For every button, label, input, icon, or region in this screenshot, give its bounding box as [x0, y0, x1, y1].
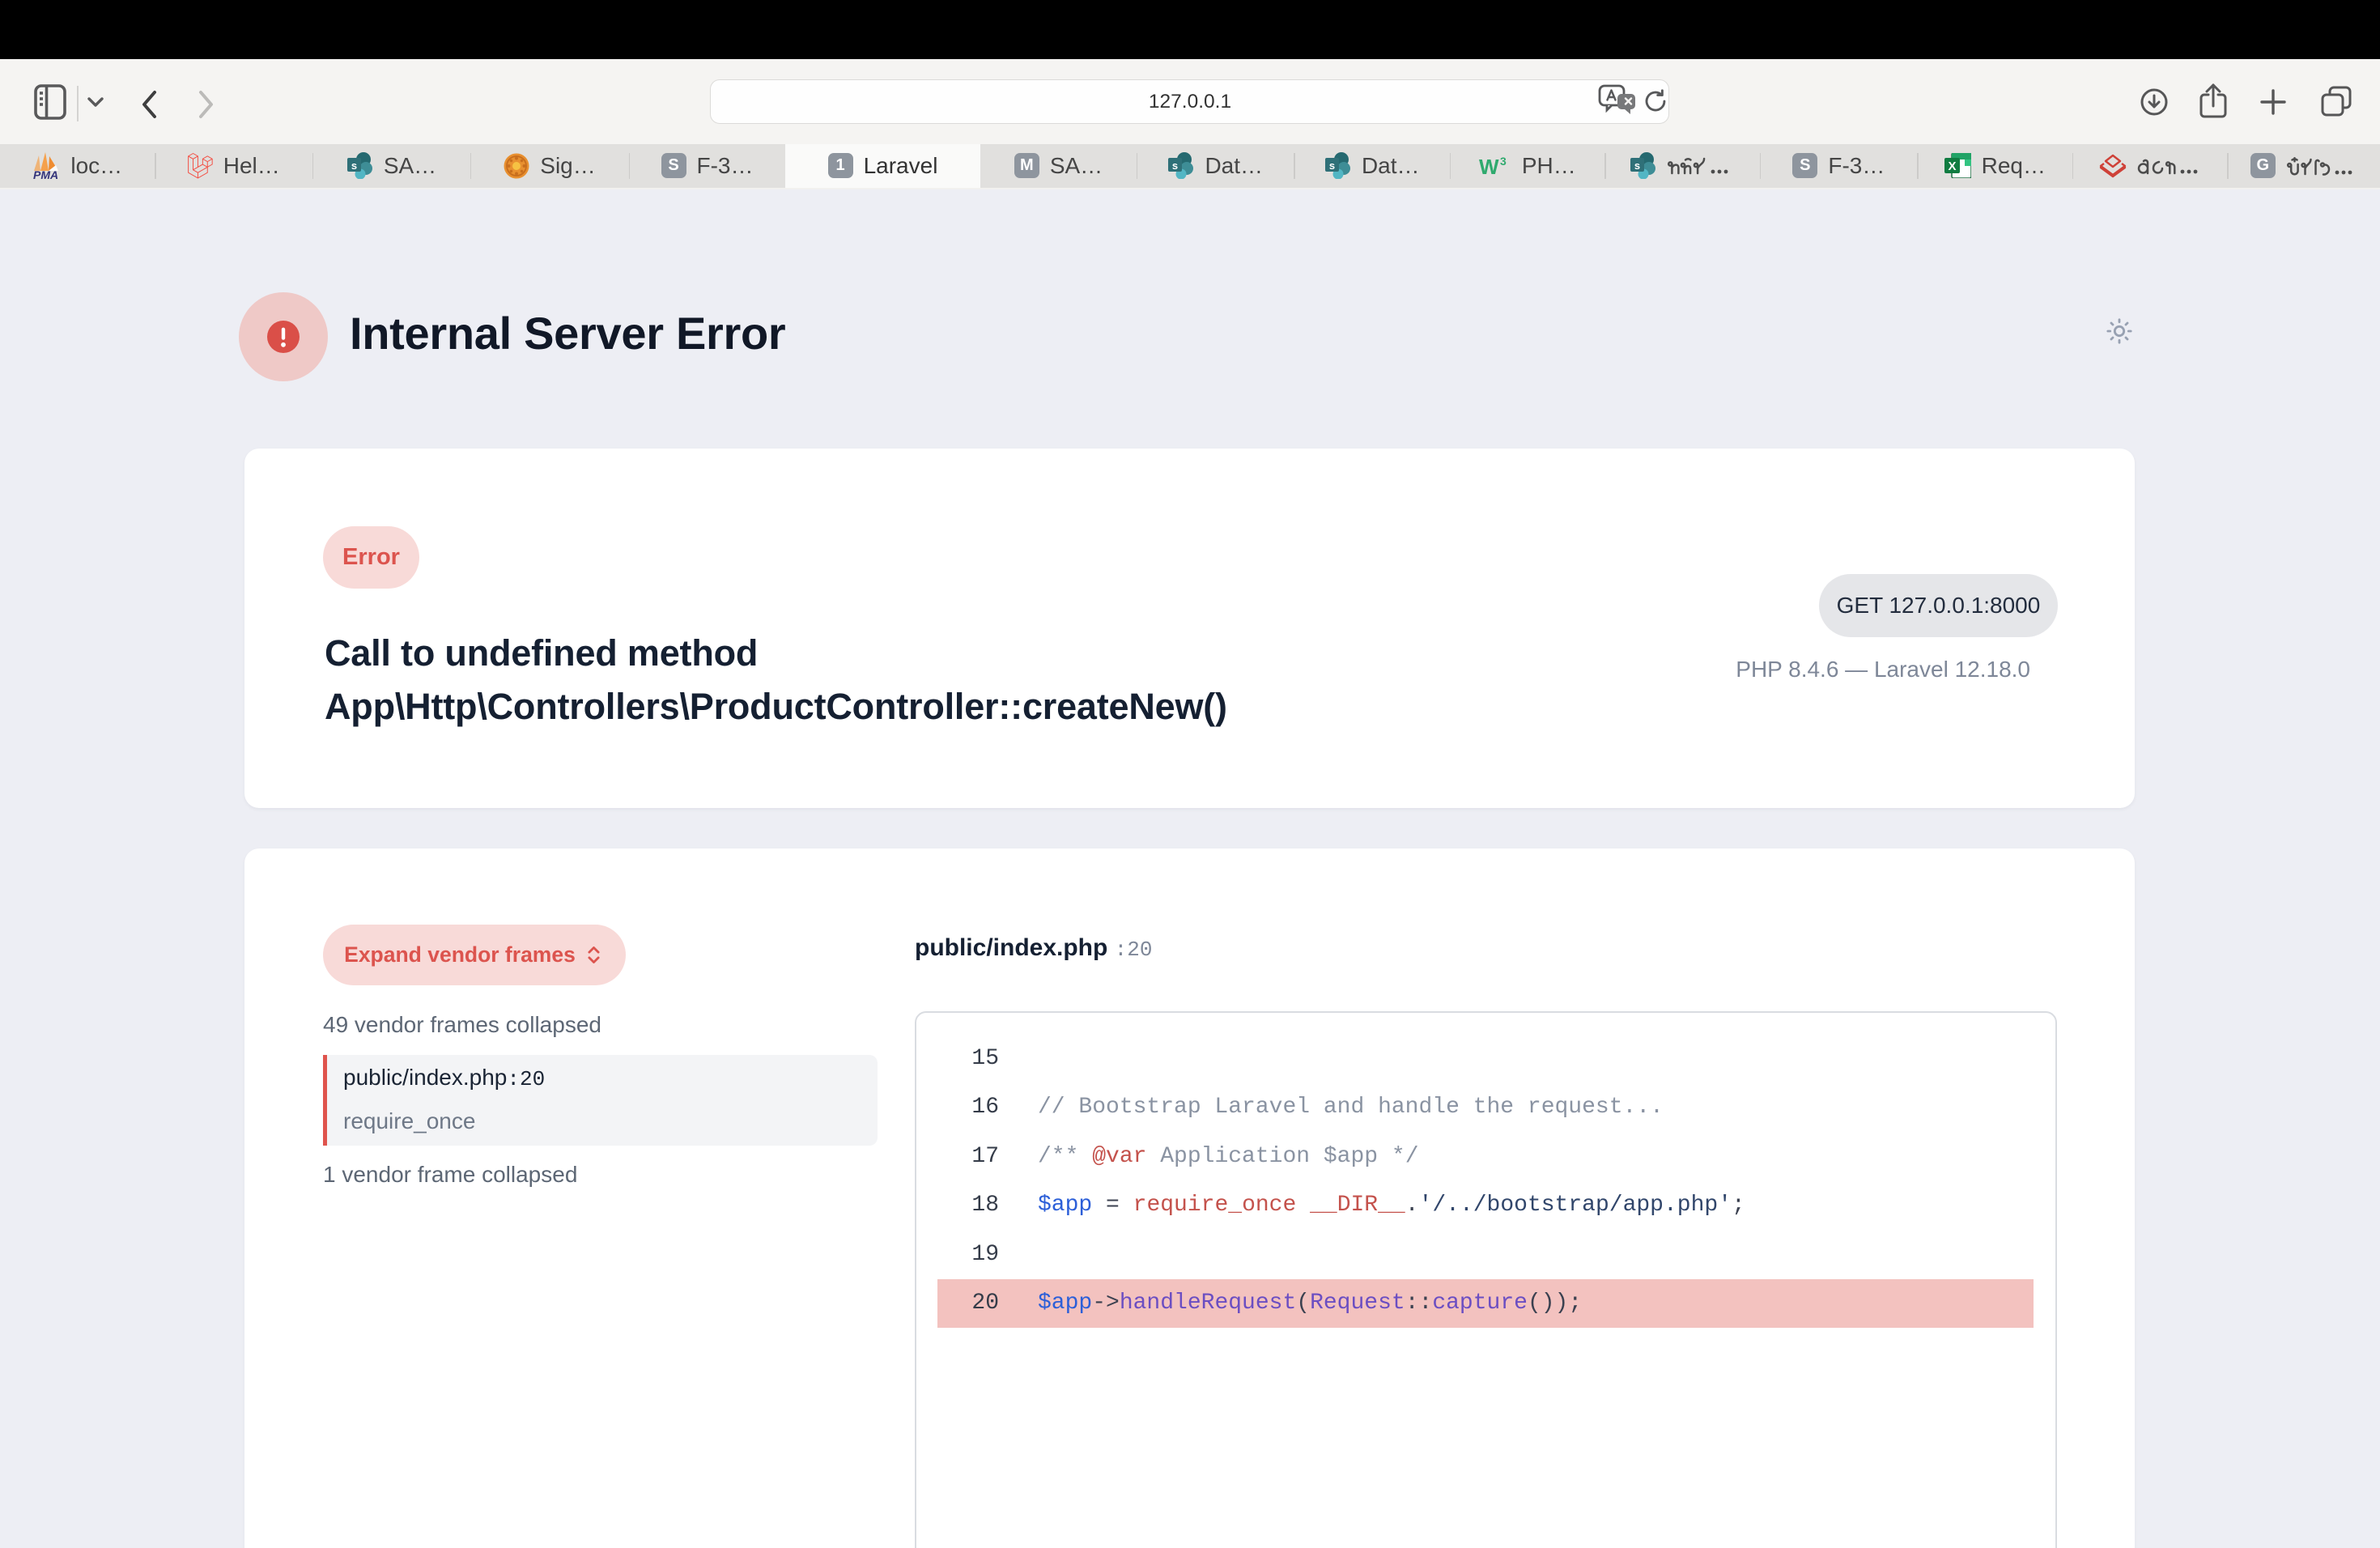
svg-text:PMA: PMA — [33, 168, 58, 181]
svg-text:s: s — [1172, 159, 1178, 172]
svg-text:X: X — [1948, 159, 1956, 173]
svg-text:3: 3 — [1500, 155, 1507, 168]
svg-text:s: s — [351, 159, 357, 172]
svg-text:W: W — [1479, 155, 1499, 178]
svg-text:s: s — [1329, 159, 1335, 172]
svg-text:s: s — [1634, 159, 1640, 172]
